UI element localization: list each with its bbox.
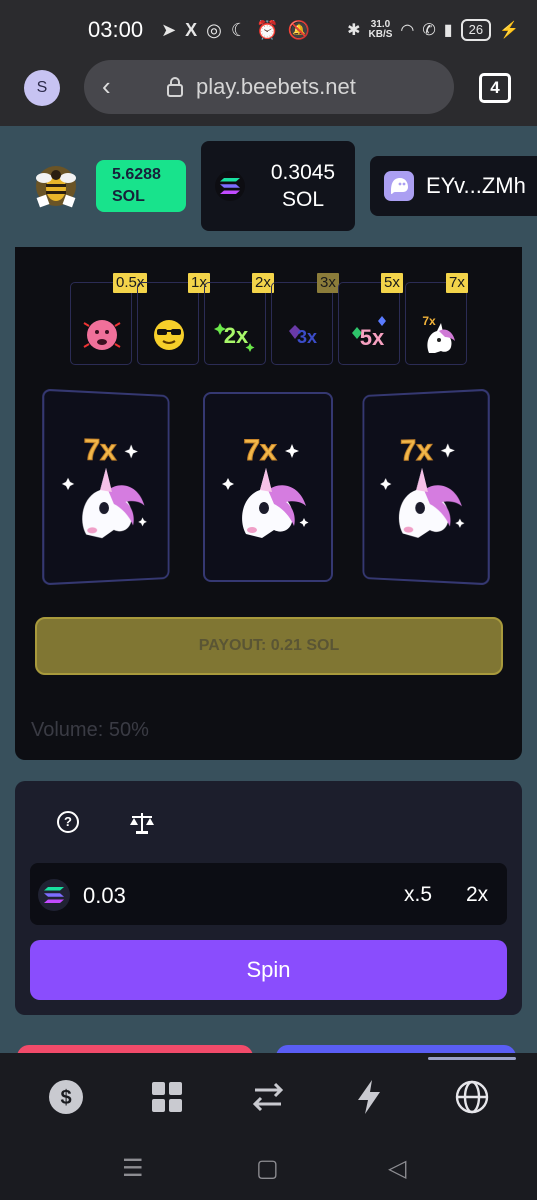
svg-text:7x: 7x (243, 434, 277, 467)
network-speed: 31.0 KB/S (368, 19, 393, 40)
profile-avatar[interactable]: S (24, 70, 60, 106)
back-icon[interactable]: ◁ (388, 1154, 406, 1183)
multiplier-card (137, 282, 199, 365)
multiplier-card: 5x (338, 282, 400, 365)
scales-icon[interactable] (129, 811, 155, 835)
bottom-nav: $ (0, 1053, 537, 1140)
svg-text:5x: 5x (360, 325, 385, 350)
notification-icons: ➤ X ◎ ☾ ⏰ 🔕 (161, 20, 310, 41)
half-bet-button[interactable]: x.5 (404, 883, 432, 907)
solana-icon (215, 171, 245, 201)
help-icon[interactable]: ? (57, 811, 79, 833)
battery-icon: 26 (460, 19, 492, 41)
reel: 7x (42, 388, 170, 586)
svg-text:7x: 7x (84, 433, 117, 467)
svg-text:7x: 7x (422, 314, 436, 328)
game-balance[interactable]: 5.6288 SOL (96, 160, 186, 212)
multiplier-card (70, 282, 132, 365)
multiplier-tag: 3x (317, 273, 339, 293)
account-button[interactable]: EYv...ZMh (370, 156, 537, 216)
status-bar: 03:00 ➤ X ◎ ☾ ⏰ 🔕 ✱ 31.0 KB/S ◠ ✆ ▮ 26 ⚡ (0, 0, 537, 60)
system-icons: ✱ 31.0 KB/S ◠ ✆ ▮ 26 ⚡ (347, 19, 519, 41)
double-bet-button[interactable]: 2x (466, 883, 488, 907)
multiplier-tag: 5x (381, 273, 403, 293)
payout-banner: PAYOUT: 0.21 SOL (35, 617, 503, 675)
wallet-balance[interactable]: 0.3045 SOL (201, 141, 355, 231)
alarm-icon: ⏰ (256, 19, 279, 40)
nav-swap-icon[interactable] (248, 1077, 288, 1117)
wallet-amount: 0.3045 SOL (270, 161, 336, 211)
home-icon[interactable]: ▢ (256, 1154, 279, 1183)
bee-logo-icon[interactable] (32, 162, 80, 210)
nav-dollar-icon[interactable]: $ (46, 1077, 86, 1117)
multiplier-card: 3x (271, 282, 333, 365)
nav-grid-icon[interactable] (147, 1077, 187, 1117)
bet-amount-field[interactable]: 0.03 x.5 2x (30, 863, 507, 925)
moon-icon: ☾ (230, 19, 248, 40)
wifi-icon: ◠ (400, 22, 415, 39)
volume-label[interactable]: Volume: 50% (31, 719, 149, 742)
telegram-icon: ➤ (161, 19, 177, 40)
signal-icon: ▮ (443, 22, 453, 39)
lock-icon[interactable] (166, 77, 184, 97)
browser-toolbar: S ‹ play.beebets.net 4 (0, 60, 537, 126)
svg-text:2x: 2x (224, 323, 249, 348)
svg-text:7x: 7x (400, 434, 433, 467)
solana-icon (38, 879, 70, 911)
7x-unicorn-icon: 7x (422, 314, 455, 353)
url-text[interactable]: play.beebets.net (196, 74, 356, 100)
sunglasses-face-icon (154, 320, 184, 350)
multiplier-card: 2x (204, 282, 266, 365)
svg-text:3x: 3x (297, 327, 317, 347)
spin-button[interactable]: Spin (30, 940, 507, 1000)
angry-face-icon (83, 320, 121, 350)
chrome-icon: ◎ (206, 19, 222, 40)
bet-controls-panel: ? 0.03 x.5 2x Spin (15, 781, 522, 1015)
clock: 03:00 (88, 17, 144, 42)
reel: 7x (362, 388, 490, 586)
3x-gem-icon: 3x (289, 325, 317, 347)
address-bar[interactable]: ‹ play.beebets.net (84, 60, 454, 114)
2x-sparkle-icon: 2x (214, 323, 255, 352)
nav-globe-icon[interactable] (452, 1077, 492, 1117)
wifi-call-icon: ✆ (422, 22, 436, 39)
reel: 7x (203, 392, 333, 582)
system-navigation: ☰ ▢ ◁ (0, 1140, 537, 1200)
5x-gem-icon: 5x (352, 316, 386, 350)
mute-icon: 🔕 (287, 19, 310, 40)
charging-icon: ⚡ (499, 22, 519, 39)
svg-text:$: $ (60, 1087, 71, 1109)
nav-lightning-icon[interactable] (349, 1077, 389, 1117)
7x-unicorn-icon: 7x (61, 433, 147, 539)
bluetooth-icon: ✱ (347, 22, 361, 39)
active-tab-indicator (428, 1057, 516, 1060)
7x-unicorn-icon: 7x (222, 434, 309, 538)
tab-switcher-button[interactable]: 4 (479, 73, 511, 103)
7x-unicorn-icon: 7x (380, 434, 465, 539)
account-address: EYv...ZMh (426, 173, 526, 198)
x-icon: X (185, 19, 198, 40)
slot-game-panel: 7x 7x 7x PAYOUT: 0.21 SOL Volume: 50% 0.… (15, 247, 522, 760)
phantom-ghost-icon (384, 171, 414, 201)
back-arrow-icon[interactable]: ‹ (102, 73, 111, 99)
bet-amount-input[interactable]: 0.03 (83, 883, 126, 909)
recents-icon[interactable]: ☰ (122, 1154, 144, 1183)
multiplier-card: 7x (405, 282, 467, 365)
multiplier-tag: 7x (446, 273, 468, 293)
